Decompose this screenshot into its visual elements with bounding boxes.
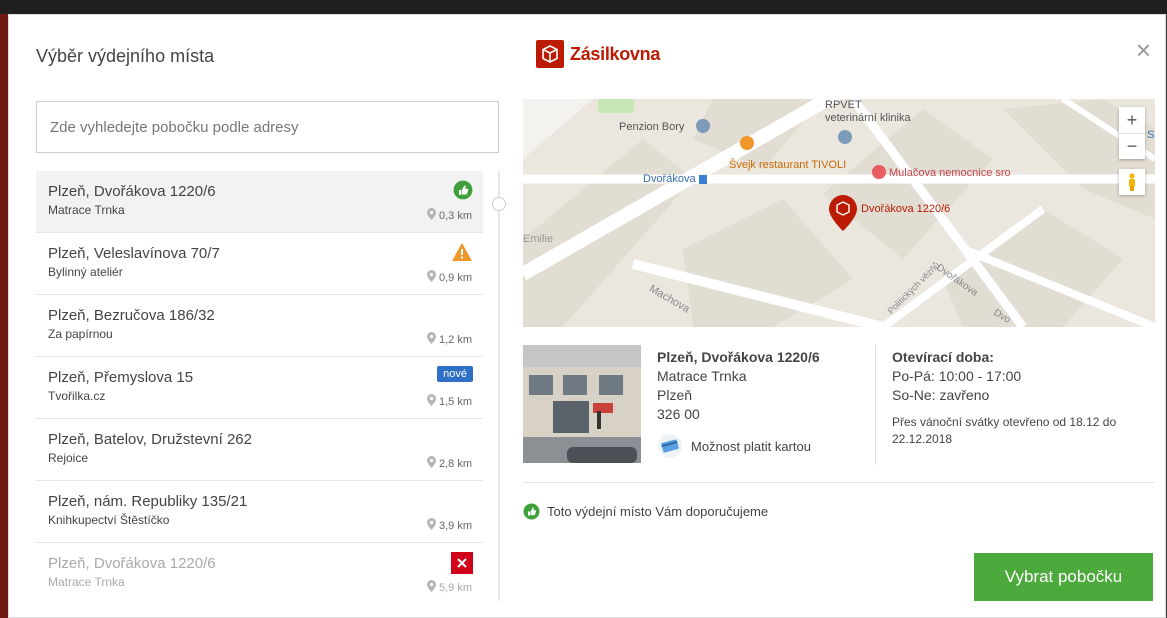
branch-detail: Plzeň, Dvořákova 1220/6 Matrace Trnka Pl…: [657, 348, 867, 424]
scroll-handle[interactable]: [492, 197, 506, 211]
map-zoom-control: + −: [1119, 107, 1145, 159]
branch-item[interactable]: Plzeň, Dvořákova 1220/6 Matrace Trnka 5,9 …: [36, 543, 483, 601]
map-label-rpvet: RPVET: [825, 99, 862, 111]
branch-item[interactable]: Plzeň, nám. Republiky 135/21 Knihkupectví…: [36, 481, 483, 543]
distance-value: 5,9 km: [438, 581, 472, 594]
map-label-dvorakova-stop: Dvořákova: [643, 173, 696, 185]
branch-name: Plzeň, Batelov, Družstevní 262: [48, 431, 252, 448]
hours-title: Otevírací doba:: [892, 349, 994, 365]
new-badge: nové: [437, 366, 473, 382]
branch-subtitle: Bylinný ateliér: [48, 265, 123, 279]
detail-divider: [875, 345, 876, 465]
branch-distance: 0,9 km: [426, 270, 472, 285]
branch-item[interactable]: Plzeň, Veleslavínova 70/7 Bylinný ateliér…: [36, 233, 483, 295]
recommendation: Toto výdejní místo Vám doporučujeme: [523, 503, 768, 520]
branch-subtitle: Knihkupectví Štěstíčko: [48, 513, 170, 527]
location-pin-icon: [426, 332, 436, 347]
location-pin-icon: [426, 518, 436, 533]
pickup-point-modal: Výběr výdejního místa Zásilkovna × Plzeň…: [8, 14, 1166, 618]
branch-name: Plzeň, Dvořákova 1220/6: [48, 183, 216, 200]
zasilkovna-logo-icon: [536, 40, 564, 68]
branch-subtitle: Tvořilka.cz: [48, 389, 106, 403]
branch-item[interactable]: Plzeň, Dvořákova 1220/6 Matrace Trnka 0,3 …: [36, 171, 483, 233]
hours-note: Přes vánoční svátky otevřeno od 18.12 do…: [892, 415, 1117, 446]
zoom-out-button[interactable]: −: [1119, 133, 1145, 159]
distance-value: 3,9 km: [438, 519, 472, 532]
modal-title: Výběr výdejního místa: [36, 46, 215, 66]
distance-value: 0,9 km: [438, 271, 472, 284]
distance-value: 1,2 km: [438, 333, 472, 346]
map-label-penzion: Penzion Bory: [619, 121, 685, 133]
branch-photo: [523, 345, 641, 463]
scrollbar[interactable]: [498, 171, 500, 601]
location-pin-icon: [426, 456, 436, 471]
branch-name: Plzeň, Veleslavínova 70/7: [48, 245, 220, 262]
branch-item[interactable]: Plzeň, Přemyslova 15 Tvořilka.cz nové 1,5 k…: [36, 357, 483, 419]
backdrop-topbar: [0, 0, 1167, 14]
street-view-pegman-icon[interactable]: [1119, 169, 1145, 195]
closed-icon: [451, 552, 473, 579]
hours-weekdays: Po-Pá: 10:00 - 17:00: [892, 368, 1022, 384]
branch-name: Plzeň, Bezručova 186/32: [48, 307, 215, 324]
branch-list: Plzeň, Dvořákova 1220/6 Matrace Trnka 0,3 …: [36, 171, 483, 601]
distance-value: 2,8 km: [438, 457, 472, 470]
location-pin-icon: [426, 270, 436, 285]
card-payment-option: Možnost platit kartou: [657, 433, 811, 459]
credit-card-icon: [658, 434, 682, 458]
branch-distance: 0,3 km: [426, 208, 472, 223]
branch-distance: 3,9 km: [426, 518, 472, 533]
close-icon[interactable]: ×: [1136, 37, 1151, 63]
map-label-edge: S: [1147, 129, 1155, 141]
detail-place: Matrace Trnka: [657, 368, 747, 384]
map-label-pin: Dvořákova 1220/6: [861, 203, 951, 215]
branch-name: Plzeň, Dvořákova 1220/6: [48, 555, 216, 572]
recommended-icon: [453, 180, 473, 205]
map-label-emilie: Emilie: [523, 233, 553, 245]
detail-name: Plzeň, Dvořákova 1220/6: [657, 349, 820, 365]
brand: Zásilkovna: [536, 40, 660, 68]
warning-icon: [451, 242, 473, 267]
detail-zip: 326 00: [657, 406, 700, 422]
branch-subtitle: Rejoice: [48, 451, 89, 465]
location-pin-icon: [426, 208, 436, 223]
branch-item[interactable]: Plzeň, Bezručova 186/32 Za papírnou 1,2 km: [36, 295, 483, 357]
distance-value: 1,5 km: [438, 395, 472, 408]
map-label-mulac: Mulačova nemocnice sro: [889, 167, 1011, 179]
location-pin-icon: [426, 580, 436, 595]
branch-subtitle: Matrace Trnka: [48, 203, 125, 217]
map-canvas[interactable]: [523, 99, 1155, 327]
branch-name: Plzeň, Přemyslova 15: [48, 369, 194, 386]
card-payment-label: Možnost platit kartou: [691, 438, 811, 454]
branch-subtitle: Za papírnou: [48, 327, 113, 341]
section-divider: [523, 482, 1155, 483]
branch-name: Plzeň, nám. Republiky 135/21: [48, 493, 248, 510]
search-input[interactable]: [36, 101, 499, 153]
branch-distance: 2,8 km: [426, 456, 472, 471]
branch-item[interactable]: Plzeň, Batelov, Družstevní 262 Rejoice 2,8…: [36, 419, 483, 481]
map[interactable]: RPVET veterinární klinika Penzion Bory Š…: [523, 99, 1155, 327]
branch-distance: 1,2 km: [426, 332, 472, 347]
branch-subtitle: Matrace Trnka: [48, 575, 125, 589]
map-label-svejk: Švejk restaurant TIVOLI: [729, 159, 847, 171]
select-branch-button[interactable]: Vybrat pobočku: [974, 553, 1153, 601]
brand-name: Zásilkovna: [570, 43, 661, 64]
distance-value: 0,3 km: [438, 209, 472, 222]
recommended-icon: [523, 503, 540, 520]
map-label-vet: veterinární klinika: [825, 112, 911, 124]
detail-city: Plzeň: [657, 387, 693, 403]
zoom-in-button[interactable]: +: [1119, 107, 1145, 133]
hours-weekend: So-Ne: zavřeno: [892, 387, 990, 403]
recommendation-text: Toto výdejní místo Vám doporučujeme: [547, 504, 769, 519]
branch-distance: 1,5 km: [426, 394, 472, 409]
branch-distance: 5,9 km: [426, 580, 472, 595]
location-pin-icon: [426, 394, 436, 409]
opening-hours: Otevírací doba: Po-Pá: 10:00 - 17:00 So-…: [892, 348, 1157, 448]
